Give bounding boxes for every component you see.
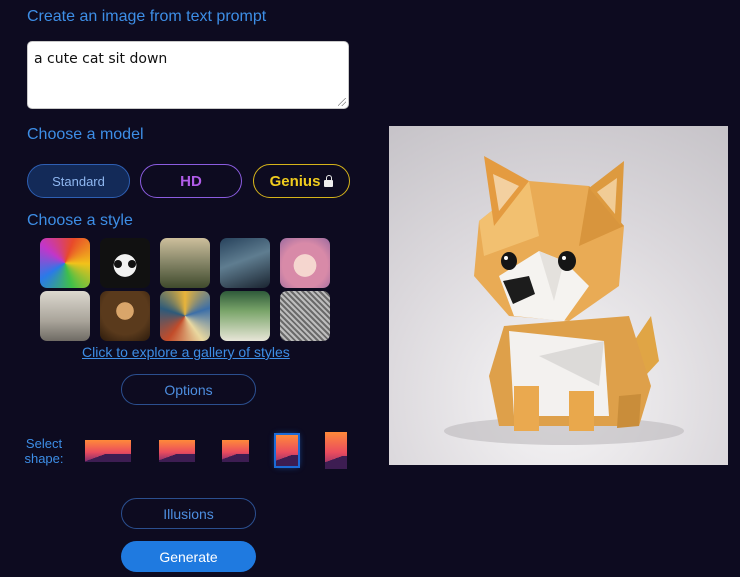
model-genius-label: Genius	[269, 172, 321, 190]
options-button[interactable]: Options	[121, 374, 256, 405]
lowpoly-dog-illustration	[444, 156, 684, 445]
shape-option-square-ish[interactable]	[222, 440, 249, 462]
model-genius-button[interactable]: Genius	[253, 164, 350, 198]
shape-option-landscape[interactable]	[159, 440, 195, 462]
shape-option-portrait[interactable]	[274, 433, 300, 468]
shape-label-line1: Select	[25, 436, 63, 451]
model-hd-button[interactable]: HD	[140, 164, 242, 198]
style-thumb-landscape[interactable]	[160, 238, 210, 288]
shape-option-wide[interactable]	[85, 440, 131, 462]
shape-label: Select shape:	[22, 436, 66, 466]
shape-label-line2: shape:	[24, 451, 64, 466]
style-thumb-flowers[interactable]	[160, 291, 210, 341]
style-thumb-robot[interactable]	[220, 238, 270, 288]
style-thumb-anime-girl[interactable]	[280, 238, 330, 288]
prompt-text: a cute cat sit down	[34, 51, 168, 67]
style-thumb-engraving[interactable]	[280, 291, 330, 341]
style-thumb-panda[interactable]	[100, 238, 150, 288]
model-heading: Choose a model	[27, 126, 144, 143]
style-thumb-mona-lisa[interactable]	[100, 291, 150, 341]
style-thumb-abstract[interactable]	[40, 238, 90, 288]
style-thumb-dancers[interactable]	[220, 291, 270, 341]
style-heading: Choose a style	[27, 212, 133, 229]
model-standard-label: Standard	[52, 173, 105, 189]
prompt-textarea[interactable]: a cute cat sit down	[27, 41, 349, 109]
model-hd-label: HD	[180, 172, 202, 190]
generate-button[interactable]: Generate	[121, 541, 256, 572]
create-heading: Create an image from text prompt	[27, 8, 267, 25]
lock-icon	[324, 175, 334, 187]
style-thumb-sketch-car[interactable]	[40, 291, 90, 341]
generated-image	[389, 126, 728, 465]
illusions-label: Illusions	[163, 505, 214, 522]
resize-grip-icon[interactable]	[338, 98, 346, 106]
model-standard-button[interactable]: Standard	[27, 164, 130, 198]
illusions-button[interactable]: Illusions	[121, 498, 256, 529]
shape-option-tall[interactable]	[325, 432, 347, 469]
generate-label: Generate	[159, 548, 218, 565]
options-label: Options	[164, 381, 213, 398]
gallery-link[interactable]: Click to explore a gallery of styles	[82, 344, 290, 360]
